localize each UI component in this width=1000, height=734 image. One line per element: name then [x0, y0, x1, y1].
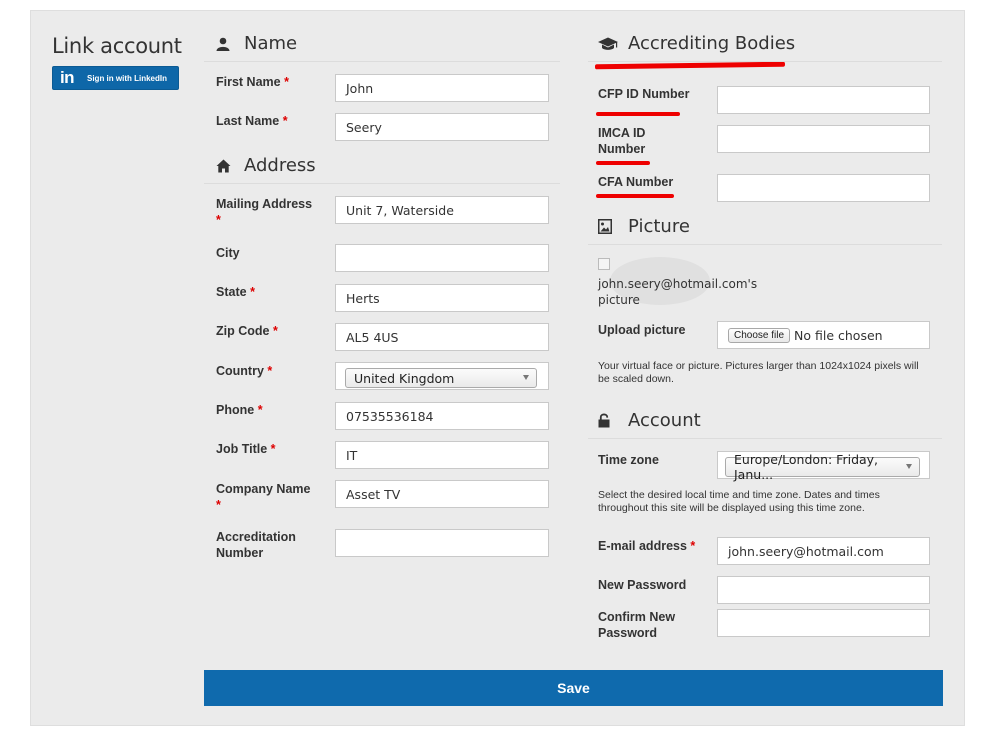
time-zone-help-text: Select the desired local time and time z… [598, 489, 880, 514]
confirm-password-input[interactable] [717, 609, 930, 637]
section-address-title: Address [244, 155, 316, 176]
unlock-icon [598, 413, 628, 428]
file-status: No file chosen [794, 327, 883, 343]
time-zone-select-value: Europe/London: Friday, Janu... [734, 452, 879, 482]
accreditation-number-label: Accreditation Number [216, 530, 296, 560]
state-input[interactable]: Herts [335, 284, 549, 312]
divider [204, 183, 560, 184]
section-picture-header: Picture [598, 216, 690, 237]
image-icon [598, 219, 628, 234]
imca-id-input[interactable] [717, 125, 930, 153]
company-name-input[interactable]: Asset TV [335, 480, 549, 508]
upload-picture-label: Upload picture [598, 323, 686, 337]
chevron-down-icon [906, 464, 912, 469]
email-label: E-mail address * [598, 539, 696, 553]
phone-label: Phone * [216, 403, 263, 417]
avatar-alt-line1: john.seery@hotmail.com's [598, 277, 758, 291]
user-icon [216, 37, 244, 51]
graduation-cap-icon [598, 37, 628, 51]
broken-image-icon [598, 258, 610, 270]
section-name-title: Name [244, 33, 298, 54]
time-zone-label: Time zone [598, 453, 659, 467]
section-address-header: Address [216, 155, 316, 176]
zip-code-input[interactable]: AL5 4US [335, 323, 549, 351]
divider [204, 61, 560, 62]
city-label: City [216, 246, 240, 260]
zip-code-label: Zip Code * [216, 324, 278, 338]
confirm-password-label: Confirm New Password [598, 610, 676, 640]
company-name-label: Company Name * [216, 482, 311, 512]
mailing-address-input[interactable]: Unit 7, Waterside [335, 196, 549, 224]
section-account-title: Account [628, 410, 701, 431]
section-accrediting-header: Accrediting Bodies [598, 33, 795, 54]
imca-id-label: IMCA ID Number [598, 126, 646, 156]
avatar: john.seery@hotmail.com's picture [598, 258, 758, 308]
mailing-address-label: Mailing Address * [216, 197, 313, 227]
job-title-label: Job Title * [216, 442, 276, 456]
upload-picture-field: Choose file No file chosen [717, 321, 930, 349]
link-account-title: Link account [52, 34, 182, 58]
phone-input[interactable]: 07535536184 [335, 402, 549, 430]
job-title-input[interactable]: IT [335, 441, 549, 469]
chevron-down-icon [523, 375, 529, 380]
city-input[interactable] [335, 244, 549, 272]
new-password-input[interactable] [717, 576, 930, 604]
email-input[interactable]: john.seery@hotmail.com [717, 537, 930, 565]
linkedin-icon: in [59, 68, 75, 87]
save-button[interactable]: Save [204, 670, 943, 706]
divider [588, 244, 942, 245]
divider [588, 61, 942, 62]
avatar-alt-line2: picture [598, 293, 640, 307]
home-icon [216, 159, 244, 173]
country-select[interactable]: United Kingdom [345, 368, 537, 388]
state-label: State * [216, 285, 255, 299]
cfp-id-input[interactable] [717, 86, 930, 114]
section-accrediting-title: Accrediting Bodies [628, 33, 796, 54]
linkedin-signin-label: Sign in with LinkedIn [87, 73, 167, 83]
annotation-underline [596, 194, 674, 198]
cfa-number-input[interactable] [717, 174, 930, 202]
cfa-number-label: CFA Number [598, 175, 674, 189]
accreditation-number-input[interactable] [335, 529, 549, 557]
first-name-input[interactable]: John [335, 74, 549, 102]
first-name-label: First Name * [216, 75, 289, 89]
annotation-underline [596, 112, 680, 116]
time-zone-select[interactable]: Europe/London: Friday, Janu... [725, 452, 920, 482]
last-name-input[interactable]: Seery [335, 113, 549, 141]
section-name-header: Name [216, 33, 297, 54]
country-select-value: United Kingdom [354, 370, 455, 386]
country-label: Country * [216, 364, 273, 378]
section-picture-title: Picture [628, 216, 690, 237]
choose-file-button[interactable]: Choose file [728, 327, 791, 343]
new-password-label: New Password [598, 578, 687, 592]
annotation-underline [596, 161, 650, 165]
linkedin-signin-button[interactable]: in Sign in with LinkedIn [52, 66, 179, 90]
last-name-label: Last Name * [216, 114, 288, 128]
cfp-id-label: CFP ID Number [598, 87, 690, 101]
section-account-header: Account [598, 410, 701, 431]
picture-help-text: Your virtual face or picture. Pictures l… [598, 360, 919, 385]
divider [588, 438, 942, 439]
